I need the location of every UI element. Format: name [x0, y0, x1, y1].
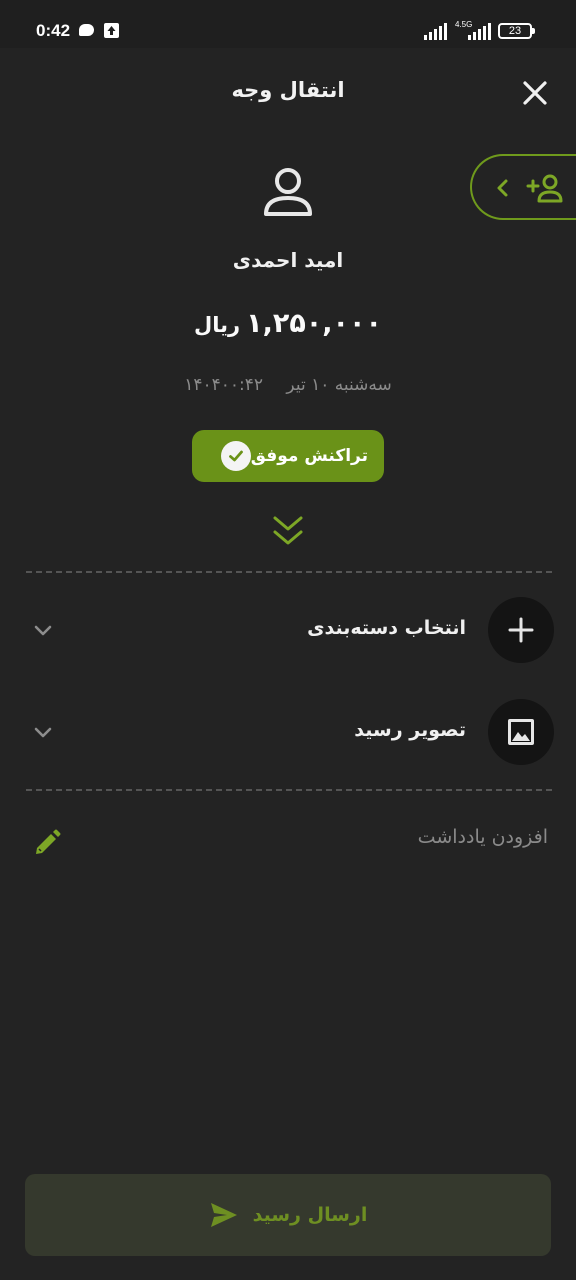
person-add-icon [526, 174, 563, 203]
chevron-left-icon [497, 179, 508, 197]
amount-value: ۱,۲۵۰,۰۰۰ [246, 308, 382, 339]
upload-notification-icon [104, 23, 119, 38]
page-title: انتقال وجه [231, 78, 345, 102]
category-select-row[interactable]: انتخاب دسته‌بندی [24, 597, 554, 663]
chevron-double-down-icon[interactable] [270, 512, 306, 552]
chat-notification-icon [79, 24, 94, 36]
amount-currency: ریال [194, 313, 241, 337]
amount: ۱,۲۵۰,۰۰۰ریال [0, 308, 576, 339]
signal-icon [424, 23, 447, 40]
chevron-down-icon [34, 625, 52, 636]
add-contact-button[interactable] [470, 154, 576, 220]
receipt-image-row[interactable]: تصویر رسید [24, 699, 554, 765]
plus-icon [488, 597, 554, 663]
status-badge: تراکنش موفق [192, 430, 384, 482]
note-input[interactable]: افزودن یادداشت [80, 826, 548, 856]
check-icon [220, 441, 251, 471]
category-label: انتخاب دسته‌بندی [307, 617, 466, 639]
receipt-image-label: تصویر رسید [354, 719, 466, 741]
chevron-down-icon [34, 727, 52, 738]
close-icon[interactable] [518, 76, 552, 110]
send-icon [210, 1203, 237, 1227]
send-receipt-button[interactable]: ارسال رسید [25, 1174, 551, 1256]
status-label: تراکنش موفق [250, 446, 368, 466]
battery-indicator: 23 [498, 23, 535, 39]
divider [26, 571, 552, 573]
transaction-time: ۰۰:۴۲ [220, 375, 264, 395]
transaction-datetime: سه‌شنبه ۱۰ تیر ۱۴۰۴۰۰:۴۲ [0, 375, 576, 395]
transaction-date: سه‌شنبه ۱۰ تیر ۱۴۰۴ [184, 375, 392, 395]
divider [26, 789, 552, 791]
recipient-name: امید احمدی [232, 248, 344, 272]
status-time: 0:42 [36, 21, 71, 40]
pencil-icon[interactable] [32, 828, 62, 858]
person-icon [264, 168, 312, 216]
send-receipt-label: ارسال رسید [252, 1204, 368, 1226]
image-icon [488, 699, 554, 765]
signal-icon-2 [468, 23, 491, 40]
status-bar: 0:42 4.5G 23 [0, 0, 576, 48]
